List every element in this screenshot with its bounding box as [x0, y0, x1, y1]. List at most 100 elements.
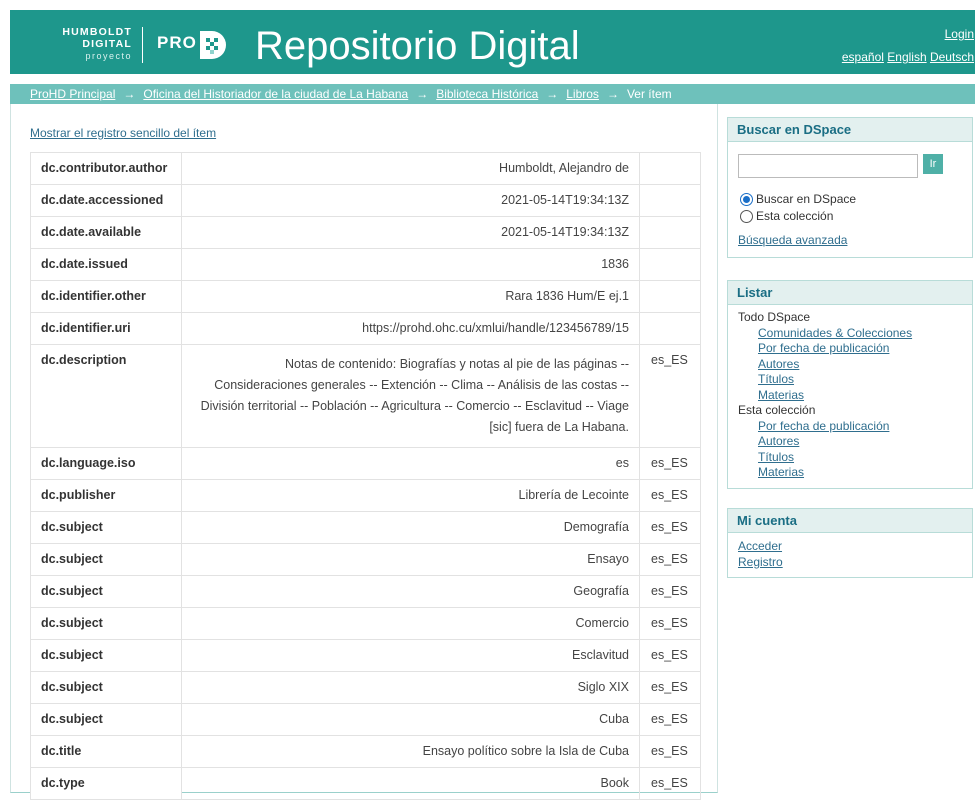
browse-collection-label: Esta colección [738, 403, 816, 417]
table-row: dc.subject Esclavitud es_ES [30, 639, 701, 672]
show-simple-record-link[interactable]: Mostrar el registro sencillo del ítem [30, 126, 216, 140]
browse-collection-authors-link[interactable]: Autores [758, 434, 799, 448]
table-row: dc.description Notas de contenido: Biogra… [30, 344, 701, 448]
field-value-cell: Notas de contenido: Biografías y notas a… [180, 344, 641, 448]
language-cell [639, 152, 701, 185]
field-value-cell: Comercio [180, 607, 641, 640]
breadcrumb-libros[interactable]: Libros [566, 87, 599, 101]
field-name-cell: dc.publisher [30, 479, 182, 512]
table-row: dc.subject Cuba es_ES [30, 703, 701, 736]
field-name-cell: dc.date.issued [30, 248, 182, 281]
field-value-cell: Librería de Lecointe [180, 479, 641, 512]
language-cell: es_ES [639, 671, 701, 704]
browse-communities-link[interactable]: Comunidades & Colecciones [758, 326, 912, 340]
breadcrumb-arrow: → [416, 87, 429, 101]
radio-search-collection-label: Esta colección [756, 209, 834, 223]
language-cell: es_ES [639, 607, 701, 640]
browse-collection-subjects-link[interactable]: Materias [758, 465, 804, 479]
field-value-cell: Humboldt, Alejandro de [180, 152, 641, 185]
site-title[interactable]: Repositorio Digital [255, 22, 580, 70]
search-box: Buscar en DSpace Ir Buscar en DSpace Est… [727, 117, 973, 258]
field-name-cell: dc.subject [30, 703, 182, 736]
table-row: dc.identifier.uri https://prohd.ohc.cu/xm… [30, 312, 701, 345]
field-value-cell: Book [180, 767, 641, 800]
breadcrumb-arrow: → [546, 87, 559, 101]
browse-box: Listar Todo DSpace Comunidades & Colecci… [727, 280, 973, 489]
browse-all-subjects-link[interactable]: Materias [758, 388, 804, 402]
language-cell: es_ES [639, 543, 701, 576]
field-name-cell: dc.identifier.other [30, 280, 182, 313]
table-row: dc.identifier.other Rara 1836 Hum/E ej.1 [30, 280, 701, 313]
table-row: dc.contributor.author Humboldt, Alejandro… [30, 152, 701, 185]
table-row: dc.publisher Librería de Lecointe es_ES [30, 479, 701, 512]
language-cell: es_ES [639, 767, 701, 800]
field-name-cell: dc.subject [30, 511, 182, 544]
field-name-cell: dc.title [30, 735, 182, 768]
field-name-cell: dc.subject [30, 639, 182, 672]
table-row: dc.subject Comercio es_ES [30, 607, 701, 640]
search-input[interactable] [738, 154, 918, 178]
breadcrumb-oficina[interactable]: Oficina del Historiador de la ciudad de … [143, 87, 408, 101]
table-row: dc.title Ensayo político sobre la Isla de… [30, 735, 701, 768]
field-name-cell: dc.identifier.uri [30, 312, 182, 345]
language-cell [639, 312, 701, 345]
browse-collection-by-date-link[interactable]: Por fecha de publicación [758, 419, 889, 433]
search-go-button[interactable]: Ir [923, 154, 943, 174]
advanced-search-link[interactable]: Búsqueda avanzada [738, 233, 847, 247]
site-header: HUMBOLDT DIGITAL proyecto PRO Repositori… [10, 10, 975, 74]
radio-search-collection[interactable]: Esta colección [740, 209, 833, 223]
radio-unselected-icon[interactable] [740, 209, 753, 223]
field-value-cell: 2021-05-14T19:34:13Z [180, 184, 641, 217]
language-cell [639, 216, 701, 249]
breadcrumb: ProHD Principal → Oficina del Historiador … [10, 84, 975, 104]
logo-line-1: HUMBOLDT [62, 26, 132, 38]
breadcrumb-prohd-principal[interactable]: ProHD Principal [30, 87, 115, 101]
language-cell: es_ES [639, 511, 701, 544]
language-cell: es_ES [639, 639, 701, 672]
field-value-cell: Ensayo político sobre la Isla de Cuba [180, 735, 641, 768]
logo-divider [142, 27, 143, 63]
language-switcher: español English Deutsch [842, 50, 974, 64]
login-link[interactable]: Login [945, 27, 974, 41]
field-value-cell: es [180, 447, 641, 480]
language-cell: es_ES [639, 479, 701, 512]
breadcrumb-biblioteca[interactable]: Biblioteca Histórica [436, 87, 538, 101]
field-value-cell: Ensayo [180, 543, 641, 576]
language-cell: es_ES [639, 344, 701, 448]
logo-pro-text[interactable]: PRO [157, 33, 197, 53]
logo-line-2: DIGITAL [82, 38, 132, 50]
field-name-cell: dc.subject [30, 671, 182, 704]
field-name-cell: dc.subject [30, 607, 182, 640]
language-cell [639, 184, 701, 217]
radio-selected-icon[interactable] [740, 192, 753, 206]
table-row: dc.date.issued 1836 [30, 248, 701, 281]
breadcrumb-current: Ver ítem [626, 87, 672, 101]
account-box: Mi cuenta Acceder Registro [727, 508, 973, 578]
register-link[interactable]: Registro [738, 555, 783, 569]
metadata-table: dc.contributor.author Humboldt, Alejandro… [30, 152, 701, 800]
lang-espanol[interactable]: español [842, 50, 884, 64]
browse-all-by-date-link[interactable]: Por fecha de publicación [758, 341, 889, 355]
login-account-link[interactable]: Acceder [738, 539, 782, 553]
field-value-cell: Demografía [180, 511, 641, 544]
prohd-d-icon[interactable] [197, 29, 229, 61]
humboldt-digital-logo[interactable]: HUMBOLDT DIGITAL proyecto [58, 26, 132, 62]
lang-english[interactable]: English [887, 50, 926, 64]
table-row: dc.date.accessioned 2021-05-14T19:34:13Z [30, 184, 701, 217]
field-value-cell: https://prohd.ohc.cu/xmlui/handle/123456… [180, 312, 641, 345]
field-name-cell: dc.contributor.author [30, 152, 182, 185]
table-row: dc.type Book es_ES [30, 767, 701, 800]
browse-all-titles-link[interactable]: Títulos [758, 372, 794, 386]
field-value-cell: 1836 [180, 248, 641, 281]
field-name-cell: dc.type [30, 767, 182, 800]
radio-search-all[interactable]: Buscar en DSpace [740, 192, 856, 206]
search-box-title: Buscar en DSpace [728, 118, 972, 142]
lang-deutsch[interactable]: Deutsch [930, 50, 974, 64]
field-name-cell: dc.subject [30, 575, 182, 608]
table-row: dc.subject Siglo XIX es_ES [30, 671, 701, 704]
browse-all-authors-link[interactable]: Autores [758, 357, 799, 371]
account-box-title: Mi cuenta [728, 509, 972, 533]
breadcrumb-arrow: → [606, 87, 619, 101]
browse-collection-titles-link[interactable]: Títulos [758, 450, 794, 464]
language-cell: es_ES [639, 735, 701, 768]
